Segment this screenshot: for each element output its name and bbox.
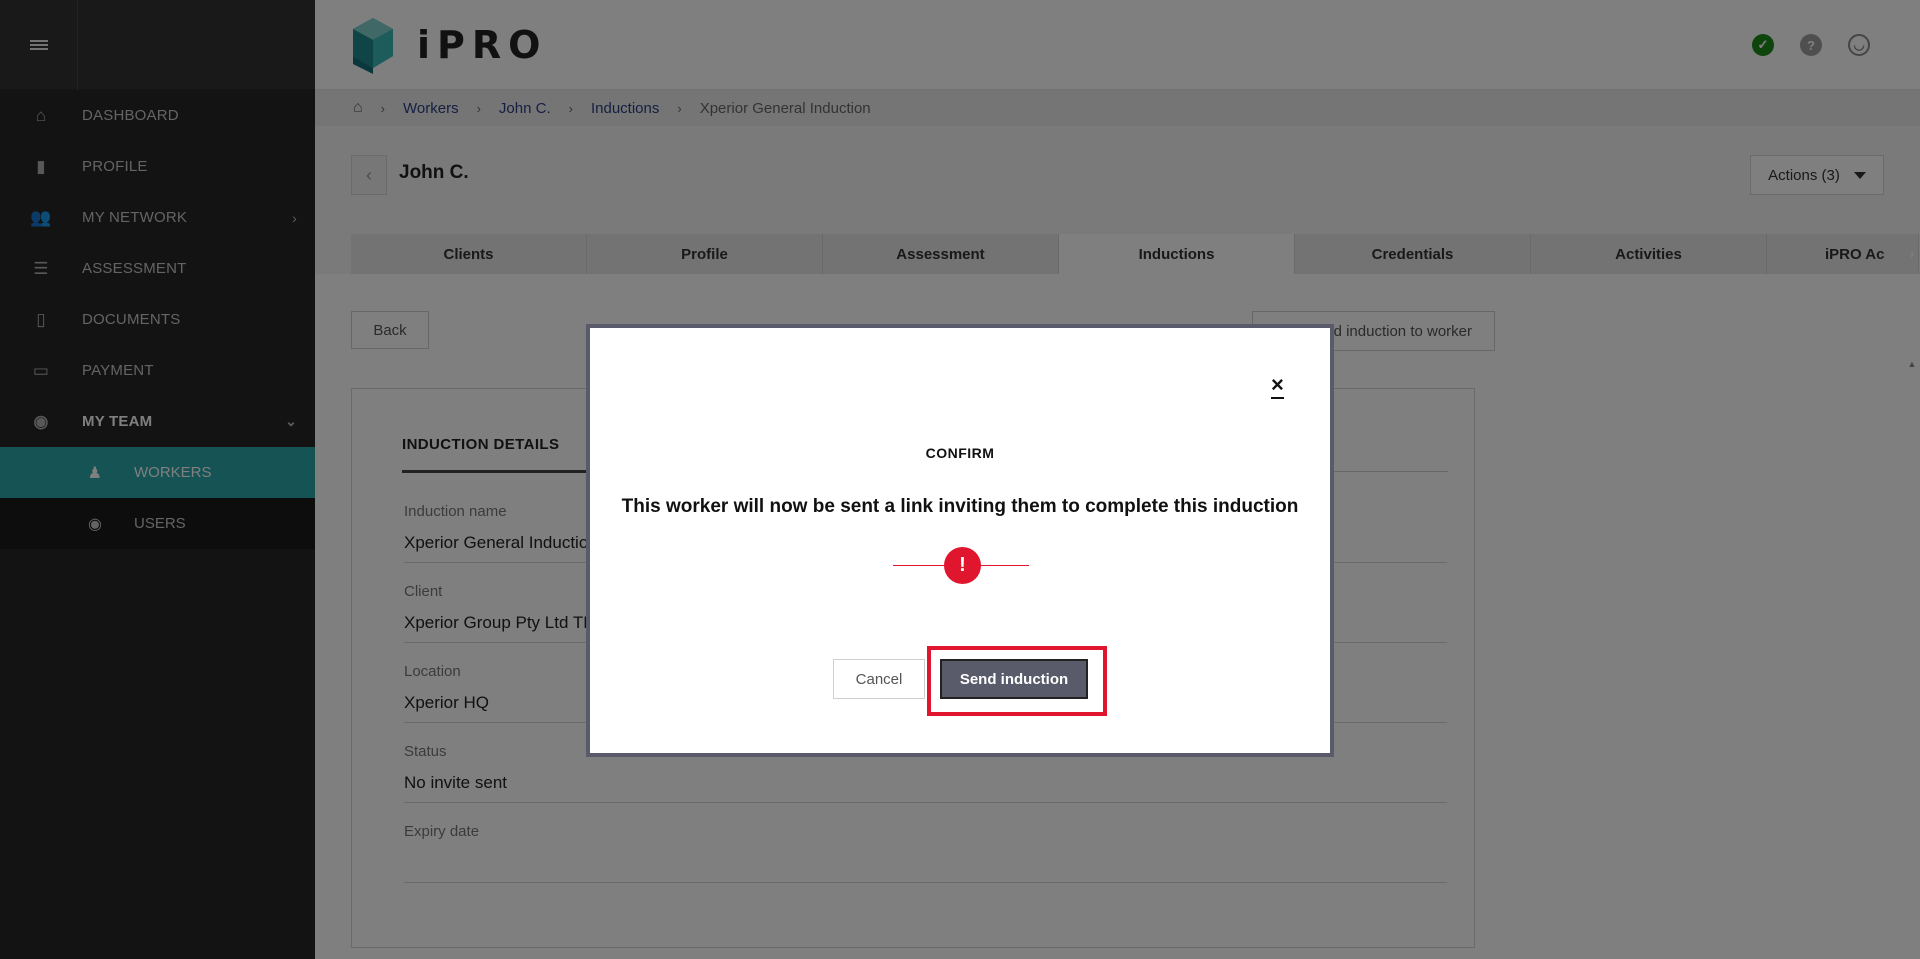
dialog-title: CONFIRM [925, 445, 995, 461]
dialog-message: This worker will now be sent a link invi… [621, 496, 1299, 517]
confirm-dialog: × CONFIRM This worker will now be sent a… [586, 324, 1334, 757]
send-induction-button[interactable]: Send induction [940, 659, 1088, 699]
cancel-button[interactable]: Cancel [833, 659, 925, 699]
alert-icon: ! [944, 547, 981, 584]
close-icon[interactable]: × [1271, 374, 1284, 399]
